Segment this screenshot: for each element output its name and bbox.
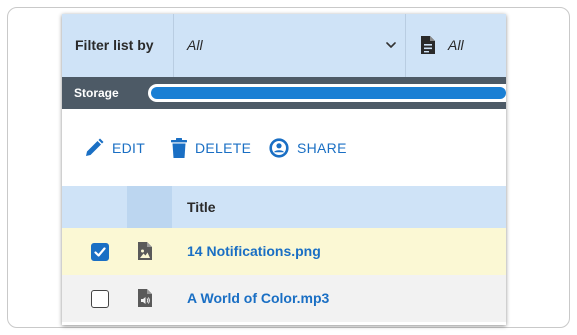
select-column-header (62, 186, 127, 228)
type-column-header[interactable] (127, 186, 172, 228)
title-column-header[interactable]: Title (187, 186, 216, 228)
checkmark-icon (94, 247, 106, 257)
document-icon (421, 36, 435, 54)
edit-label: EDIT (112, 139, 146, 156)
filter-bar: Filter list by All All (62, 14, 506, 77)
storage-progress-track (148, 84, 506, 102)
pencil-icon (86, 138, 104, 156)
table-row[interactable]: A World of Color.mp3 (62, 275, 506, 322)
storage-label: Storage (74, 86, 119, 100)
delete-button[interactable]: DELETE (171, 109, 251, 186)
file-title[interactable]: A World of Color.mp3 (187, 275, 329, 322)
table-header: Title (62, 186, 506, 228)
filter-dropdown-value: All (187, 37, 203, 53)
storage-bar: Storage (62, 77, 506, 109)
share-button[interactable]: SHARE (269, 109, 347, 186)
row-checkbox[interactable] (91, 243, 109, 261)
file-type-filter[interactable]: All (406, 14, 506, 77)
edit-button[interactable]: EDIT (84, 109, 145, 186)
filter-label: Filter list by (75, 37, 154, 53)
share-icon (269, 137, 289, 158)
action-toolbar: EDIT DELETE SHARE (62, 109, 506, 186)
storage-progress-fill (151, 87, 506, 99)
row-checkbox[interactable] (91, 290, 109, 308)
audio-file-icon (138, 289, 152, 307)
file-title[interactable]: 14 Notifications.png (187, 228, 321, 275)
file-manager-panel: Filter list by All All Storage EDIT DELE… (62, 14, 506, 325)
delete-label: DELETE (195, 139, 252, 156)
trash-icon (171, 137, 187, 158)
share-label: SHARE (297, 139, 347, 156)
file-type-value: All (448, 37, 464, 53)
chevron-down-icon (386, 42, 396, 48)
table-row[interactable]: 14 Notifications.png (62, 228, 506, 275)
image-file-icon (138, 242, 152, 260)
filter-dropdown[interactable]: All (174, 14, 405, 77)
